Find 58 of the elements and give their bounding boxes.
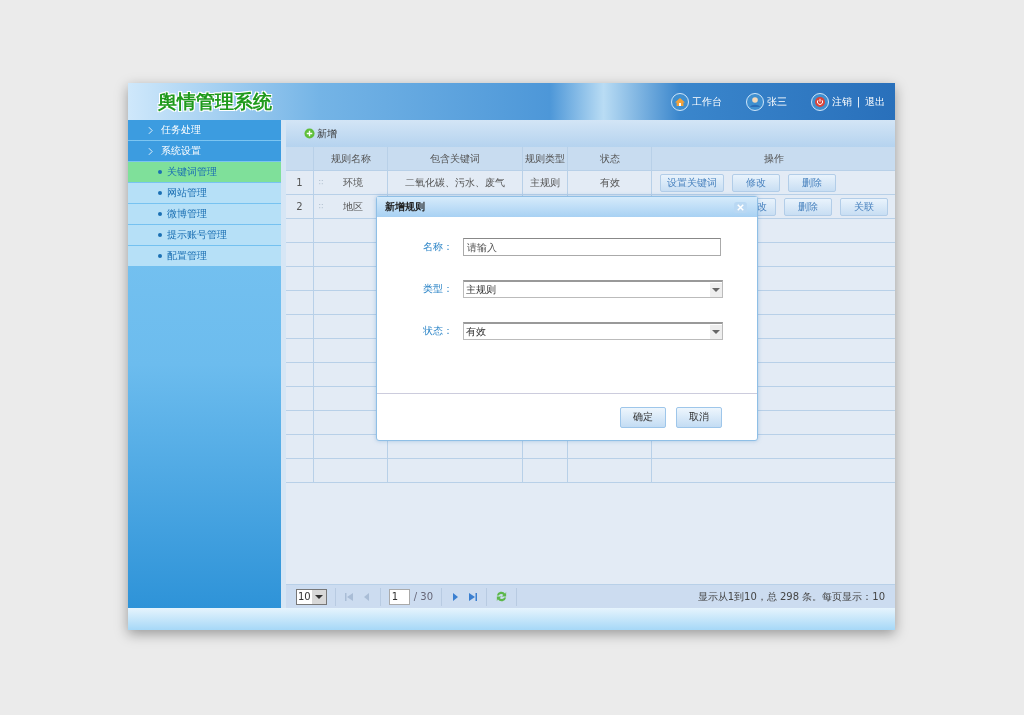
pagination-info: 显示从1到10，总 298 条。每页显示：10: [697, 589, 885, 604]
menu-item[interactable]: 配置管理: [128, 246, 281, 266]
header-link[interactable]: 张三: [745, 92, 787, 111]
logout-link[interactable]: 注销: [831, 94, 852, 109]
menu-item[interactable]: 提示账号管理: [128, 225, 281, 245]
caret-icon: [710, 324, 722, 339]
page-number-field[interactable]: 1: [388, 588, 410, 605]
close-icon[interactable]: [734, 201, 747, 213]
name-field[interactable]: 请输入: [463, 238, 721, 256]
dialog-title: 新增规则: [385, 200, 425, 214]
menu-item[interactable]: 微博管理: [128, 204, 281, 224]
dialog-button[interactable]: 取消: [676, 406, 722, 428]
next-page-icon[interactable]: [450, 591, 460, 602]
table-cell: 二氧化碳、污水、废气: [405, 175, 505, 190]
house-icon: [670, 92, 689, 111]
last-page-icon[interactable]: [468, 591, 478, 602]
row-number: 1: [296, 177, 303, 188]
column-header: 规则名称: [330, 151, 371, 166]
dropdown[interactable]: 主规则: [463, 280, 723, 298]
column-header: 操作: [763, 151, 784, 166]
refresh-icon[interactable]: [495, 590, 508, 603]
field-label: 状态：: [423, 324, 453, 338]
column-header: 规则类型: [525, 151, 565, 166]
table-cell: 有效: [599, 175, 620, 190]
menu-item[interactable]: 网站管理: [128, 183, 281, 203]
separator: |: [856, 96, 860, 107]
action-button[interactable]: 修改: [732, 173, 780, 192]
plus-icon: [304, 128, 315, 139]
action-button[interactable]: 删除: [788, 173, 836, 192]
menu-group[interactable]: 系统设置: [128, 141, 281, 161]
row-number: 2: [296, 201, 303, 212]
app-title: 舆情管理系统: [158, 88, 272, 114]
table-cell: 环境: [343, 175, 363, 190]
field-label: 名称：: [423, 240, 453, 254]
caret-icon: [311, 589, 326, 604]
exit-link[interactable]: 退出: [865, 94, 885, 109]
chevron-icon: [148, 125, 153, 135]
field-label: 类型：: [423, 282, 453, 296]
action-button[interactable]: 删除: [784, 197, 832, 216]
user-icon: [745, 92, 764, 111]
chevron-icon: [148, 146, 153, 156]
power-icon: [810, 92, 829, 111]
table-cell: 主规则: [530, 175, 560, 190]
menu-item[interactable]: 关键词管理: [128, 162, 281, 182]
total-pages: / 30: [413, 591, 433, 602]
add-button[interactable]: 新增: [304, 126, 337, 141]
header-link[interactable]: 工作台: [670, 92, 722, 111]
page-size-select[interactable]: 10: [296, 588, 327, 605]
column-header: 包含关键词: [430, 151, 480, 166]
dialog-button[interactable]: 确定: [620, 406, 666, 428]
table-cell: 地区: [343, 199, 363, 214]
action-button[interactable]: 关联: [840, 197, 888, 216]
first-page-icon[interactable]: [343, 591, 354, 602]
dropdown[interactable]: 有效: [463, 322, 723, 340]
column-header: 状态: [599, 151, 620, 166]
caret-icon: [710, 282, 722, 297]
menu-group[interactable]: 任务处理: [128, 120, 281, 140]
action-button[interactable]: 设置关键词: [660, 173, 724, 192]
